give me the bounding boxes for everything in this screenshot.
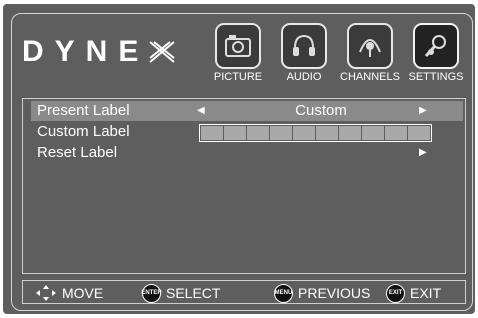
char-cell[interactable] [201, 126, 223, 140]
move-text: MOVE [62, 285, 104, 301]
char-cell[interactable] [247, 126, 269, 140]
menu-button-icon: MENU [274, 283, 293, 303]
picture-icon [215, 23, 261, 69]
channels-icon [347, 23, 393, 69]
tab-picture-label: PICTURE [213, 71, 263, 83]
char-cell[interactable] [316, 126, 338, 140]
reset-label-label: Reset Label [37, 144, 118, 161]
right-arrow-icon[interactable]: ▶ [419, 143, 427, 163]
settings-icon [413, 23, 459, 69]
tab-channels-label: CHANNELS [340, 71, 400, 83]
left-arrow-icon[interactable]: ◀ [197, 101, 205, 121]
tab-channels[interactable]: CHANNELS [340, 23, 400, 85]
char-cell[interactable] [385, 126, 407, 140]
custom-label-label: Custom Label [37, 123, 130, 140]
tab-audio[interactable]: AUDIO [274, 23, 334, 85]
char-cell[interactable] [362, 126, 384, 140]
char-cell[interactable] [339, 126, 361, 140]
footer-hints: MOVE ENTER SELECT MENU PREVIOUS EXIT EXI… [22, 280, 466, 304]
char-cell[interactable] [224, 126, 246, 140]
exit-hint: EXIT EXIT [386, 283, 442, 303]
tab-audio-label: AUDIO [286, 71, 322, 83]
move-hint: MOVE [35, 284, 103, 302]
right-arrow-icon[interactable]: ▶ [419, 101, 427, 121]
select-text: SELECT [166, 285, 221, 301]
custom-label-input[interactable] [199, 124, 432, 142]
exit-text: EXIT [410, 285, 442, 301]
dynex-logo: DYNE [22, 37, 177, 67]
custom-label-row[interactable]: Custom Label [31, 122, 463, 142]
char-cell[interactable] [408, 126, 430, 140]
previous-hint: MENU PREVIOUS [274, 283, 371, 303]
exit-button-icon: EXIT [386, 283, 405, 303]
tab-settings-label: SETTINGS [408, 71, 464, 83]
char-cell[interactable] [293, 126, 315, 140]
present-label-value: Custom [295, 102, 347, 119]
previous-text: PREVIOUS [298, 285, 371, 301]
dpad-icon [36, 285, 56, 301]
char-cell[interactable] [270, 126, 292, 140]
reset-label-row[interactable]: Reset Label ▶ [31, 143, 463, 163]
settings-menu: Present Label ◀ Custom ▶ Custom Label Re… [22, 98, 466, 274]
tab-settings[interactable]: SETTINGS [406, 23, 466, 85]
tab-picture[interactable]: PICTURE [208, 23, 268, 85]
logo-x-mark [147, 40, 177, 64]
enter-button-icon: ENTER [141, 283, 162, 303]
present-label-row[interactable]: Present Label ◀ Custom ▶ [31, 101, 463, 121]
present-label-label: Present Label [37, 102, 130, 119]
audio-icon [281, 23, 327, 69]
logo-text: DYNE [22, 35, 150, 68]
select-hint: ENTER SELECT [141, 283, 221, 303]
